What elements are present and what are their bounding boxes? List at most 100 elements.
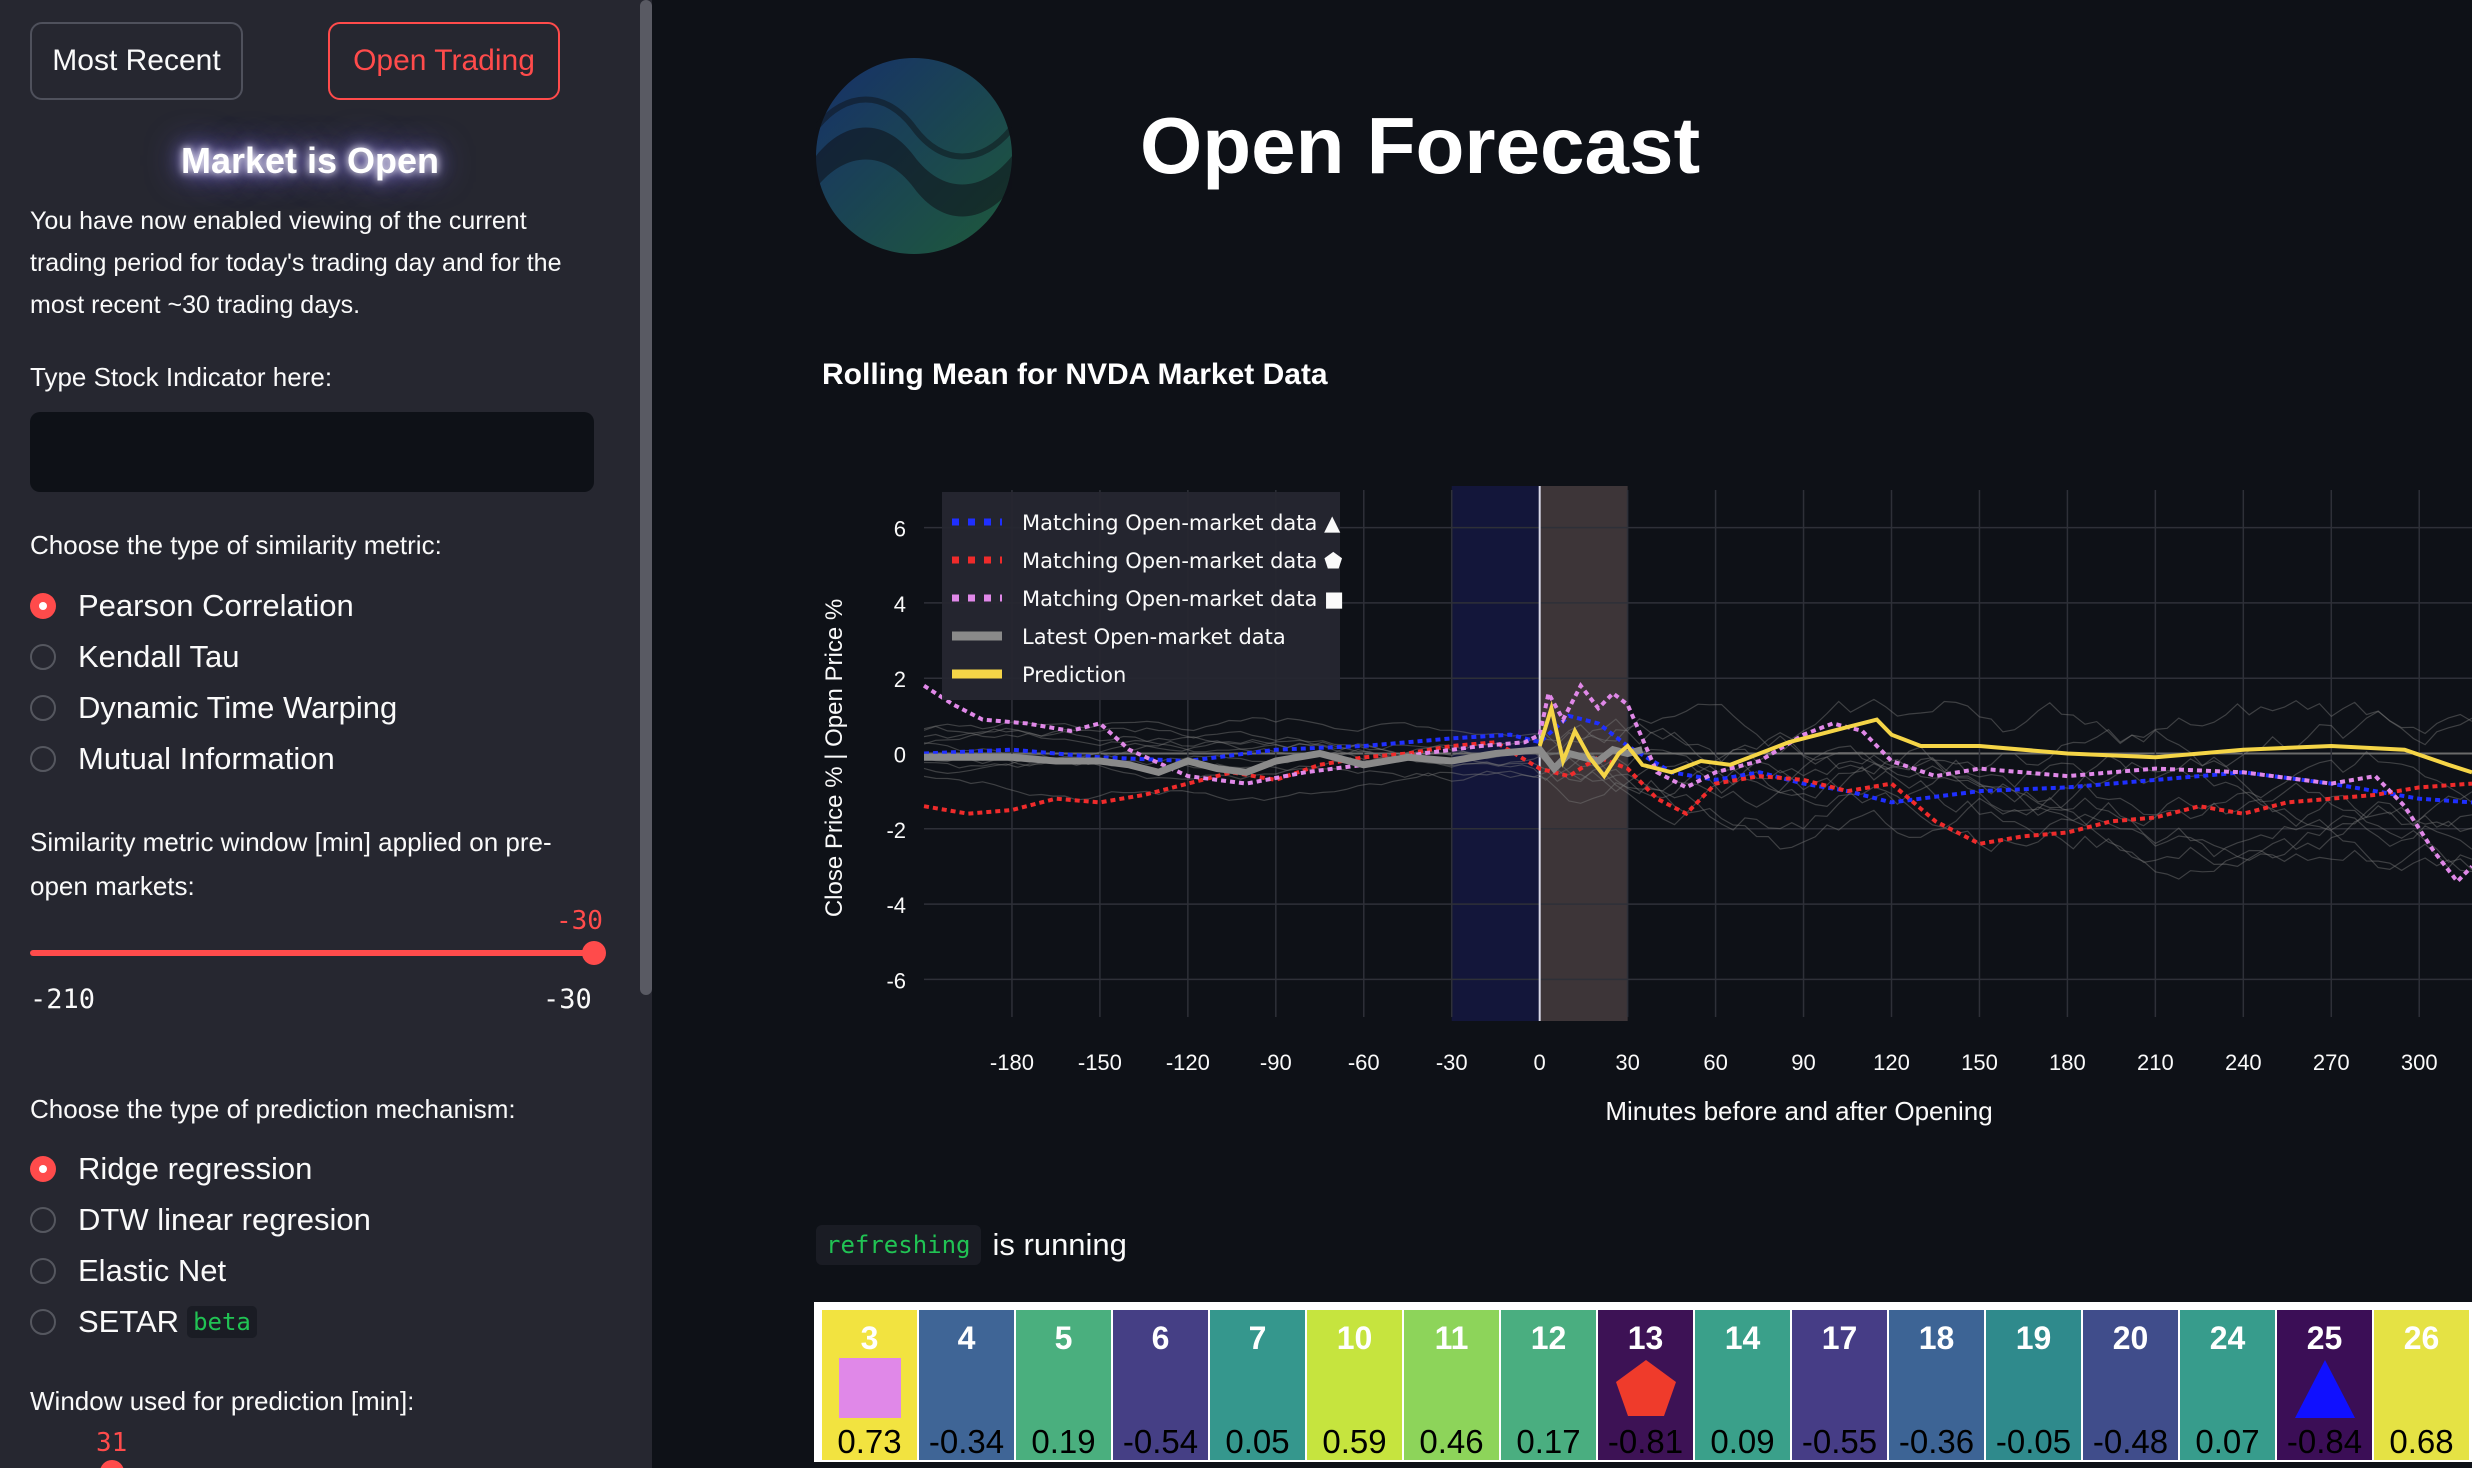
- background-trace: [923, 698, 2472, 768]
- window-slider-min: -210: [30, 984, 96, 1015]
- similarity-heatmap-strip: 3 0.73 4 -0.34 5 0.19 6 -0.54 7 0.05 10 0.59 11 0.46 1…: [814, 1302, 2472, 1462]
- radio-unselected-icon: [30, 695, 56, 721]
- radio-label: Mutual Information: [78, 741, 335, 776]
- heatmap-cell: 20 -0.48: [2083, 1310, 2178, 1460]
- heatmap-cell: 12 0.17: [1501, 1310, 1596, 1460]
- radio-mutual-information[interactable]: Mutual Information: [30, 739, 335, 779]
- window-slider-max: -30: [543, 984, 592, 1015]
- y-axis-label: Close Price % | Open Price %: [821, 599, 848, 917]
- y-tick-label: 4: [894, 592, 906, 617]
- y-tick-label: -4: [886, 893, 906, 918]
- status-text: is running: [992, 1227, 1127, 1262]
- legend-entry: Matching Open-market data ⬟: [1022, 549, 1342, 573]
- radio-pearson-correlation[interactable]: Pearson Correlation: [30, 586, 354, 626]
- heatmap-cell-label: 17: [1821, 1320, 1858, 1356]
- window-slider-track[interactable]: [30, 950, 594, 956]
- series-line-0: [923, 713, 2472, 805]
- x-axis-label: Minutes before and after Opening: [1605, 1096, 1992, 1126]
- most-recent-button[interactable]: Most Recent: [30, 22, 243, 100]
- heatmap-cell-value: 0.59: [1322, 1423, 1387, 1460]
- x-tick-label: -180: [990, 1050, 1034, 1075]
- stock-input-label: Type Stock Indicator here:: [30, 362, 333, 392]
- prediction-window-label: Window used for prediction [min]:: [30, 1386, 415, 1416]
- mode-description: You have now enabled viewing of the curr…: [30, 207, 562, 319]
- heatmap-cell-value: 0.07: [2195, 1423, 2260, 1460]
- heatmap-cell: 3 0.73: [822, 1310, 917, 1460]
- refresh-status: refreshing is running: [816, 1225, 1127, 1265]
- prediction-window-thumb[interactable]: [100, 1460, 124, 1468]
- radio-ridge-regression[interactable]: Ridge regression: [30, 1149, 312, 1189]
- x-tick-label: -150: [1078, 1050, 1122, 1075]
- heatmap-cell-value: 0.17: [1516, 1423, 1581, 1460]
- market-status-label: Market is Open: [180, 140, 440, 181]
- legend-entry: Prediction: [1022, 663, 1126, 687]
- legend-entry: Matching Open-market data ■: [1022, 587, 1344, 611]
- heatmap-cell: 10 0.59: [1307, 1310, 1402, 1460]
- radio-label: Ridge regression: [78, 1151, 313, 1186]
- heatmap-cell: 14 0.09: [1695, 1310, 1790, 1460]
- heatmap-cell-label: 19: [2015, 1320, 2052, 1356]
- y-tick-label: 2: [894, 667, 906, 692]
- legend-entry: Matching Open-market data ▲: [1022, 511, 1341, 535]
- radio-label: Elastic Net: [78, 1253, 227, 1288]
- x-tick-label: 0: [1534, 1050, 1546, 1075]
- pentagon-marker-icon: [1616, 1360, 1676, 1416]
- radio-label: Dynamic Time Warping: [78, 690, 398, 725]
- window-slider-label: Similarity metric window [min] applied o…: [30, 827, 552, 901]
- heatmap-cell: 25 -0.84: [2277, 1310, 2372, 1460]
- series-line-4: [1537, 700, 2472, 780]
- x-tick-label: 30: [1615, 1050, 1639, 1075]
- x-tick-label: -120: [1166, 1050, 1210, 1075]
- heatmap-cell: 5 0.19: [1016, 1310, 1111, 1460]
- beta-badge: beta: [187, 1306, 257, 1338]
- rolling-mean-chart[interactable]: 6 4 2 0 -2 -4 -6 -180 -150 -120 -90 -60 -30 0 30 60 90 12…: [652, 440, 2472, 1140]
- x-tick-label: -90: [1260, 1050, 1292, 1075]
- heatmap-cell-label: 14: [1724, 1320, 1761, 1356]
- stock-indicator-input[interactable]: [30, 412, 594, 492]
- heatmap-cell: 6 -0.54: [1113, 1310, 1208, 1460]
- y-tick-label: -6: [886, 968, 906, 993]
- heatmap-cell: 26 0.68: [2374, 1310, 2469, 1460]
- chart-title: Rolling Mean for NVDA Market Data: [822, 358, 1328, 391]
- radio-setar[interactable]: SETAR beta: [30, 1302, 257, 1342]
- x-tick-label: 270: [2313, 1050, 2350, 1075]
- heatmap-cell-label: 10: [1336, 1320, 1373, 1356]
- sidebar-scrollbar[interactable]: [640, 0, 652, 995]
- app-logo-icon: [816, 58, 1012, 254]
- heatmap-cell: 4 -0.34: [919, 1310, 1014, 1460]
- radio-dynamic-time-warping[interactable]: Dynamic Time Warping: [30, 688, 397, 728]
- heatmap-cell-label: 26: [2403, 1320, 2440, 1356]
- heatmap-cell-label: 6: [1151, 1320, 1170, 1356]
- prediction-mechanism-label: Choose the type of prediction mechanism:: [30, 1094, 516, 1124]
- background-trace: [923, 725, 2472, 833]
- heatmap-cell-label: 12: [1530, 1320, 1567, 1356]
- radio-unselected-icon: [30, 1207, 56, 1233]
- radio-kendall-tau[interactable]: Kendall Tau: [30, 637, 239, 677]
- heatmap-cell-value: -0.48: [2092, 1423, 2169, 1460]
- radio-label: Kendall Tau: [78, 639, 240, 674]
- radio-selected-icon: [30, 593, 56, 619]
- heatmap-cell-label: 11: [1434, 1320, 1469, 1356]
- radio-elastic-net[interactable]: Elastic Net: [30, 1251, 226, 1291]
- heatmap-cell-value: 0.09: [1710, 1423, 1775, 1460]
- y-tick-label: 6: [894, 517, 906, 542]
- heatmap-cell-value: 0.46: [1419, 1423, 1484, 1460]
- heatmap-cell-label: 13: [1627, 1320, 1664, 1356]
- x-tick-label: 180: [2049, 1050, 2086, 1075]
- radio-dtw-linear-regression[interactable]: DTW linear regresion: [30, 1200, 371, 1240]
- heatmap-cell-value: -0.34: [928, 1423, 1005, 1460]
- background-trace: [923, 745, 2472, 871]
- open-trading-button[interactable]: Open Trading: [328, 22, 560, 100]
- window-slider-thumb[interactable]: [582, 941, 606, 965]
- radio-unselected-icon: [30, 746, 56, 772]
- x-tick-label: 120: [1873, 1050, 1910, 1075]
- similarity-metric-label: Choose the type of similarity metric:: [30, 530, 442, 560]
- y-tick-label: 0: [894, 743, 906, 768]
- heatmap-cell-value: 0.68: [2389, 1423, 2454, 1460]
- radio-unselected-icon: [30, 1309, 56, 1335]
- x-tick-label: 90: [1791, 1050, 1815, 1075]
- page-title: Open Forecast: [1140, 101, 1701, 190]
- radio-label: DTW linear regresion: [78, 1202, 371, 1237]
- x-tick-label: 300: [2401, 1050, 2438, 1075]
- heatmap-cell: 13 -0.81: [1598, 1310, 1693, 1460]
